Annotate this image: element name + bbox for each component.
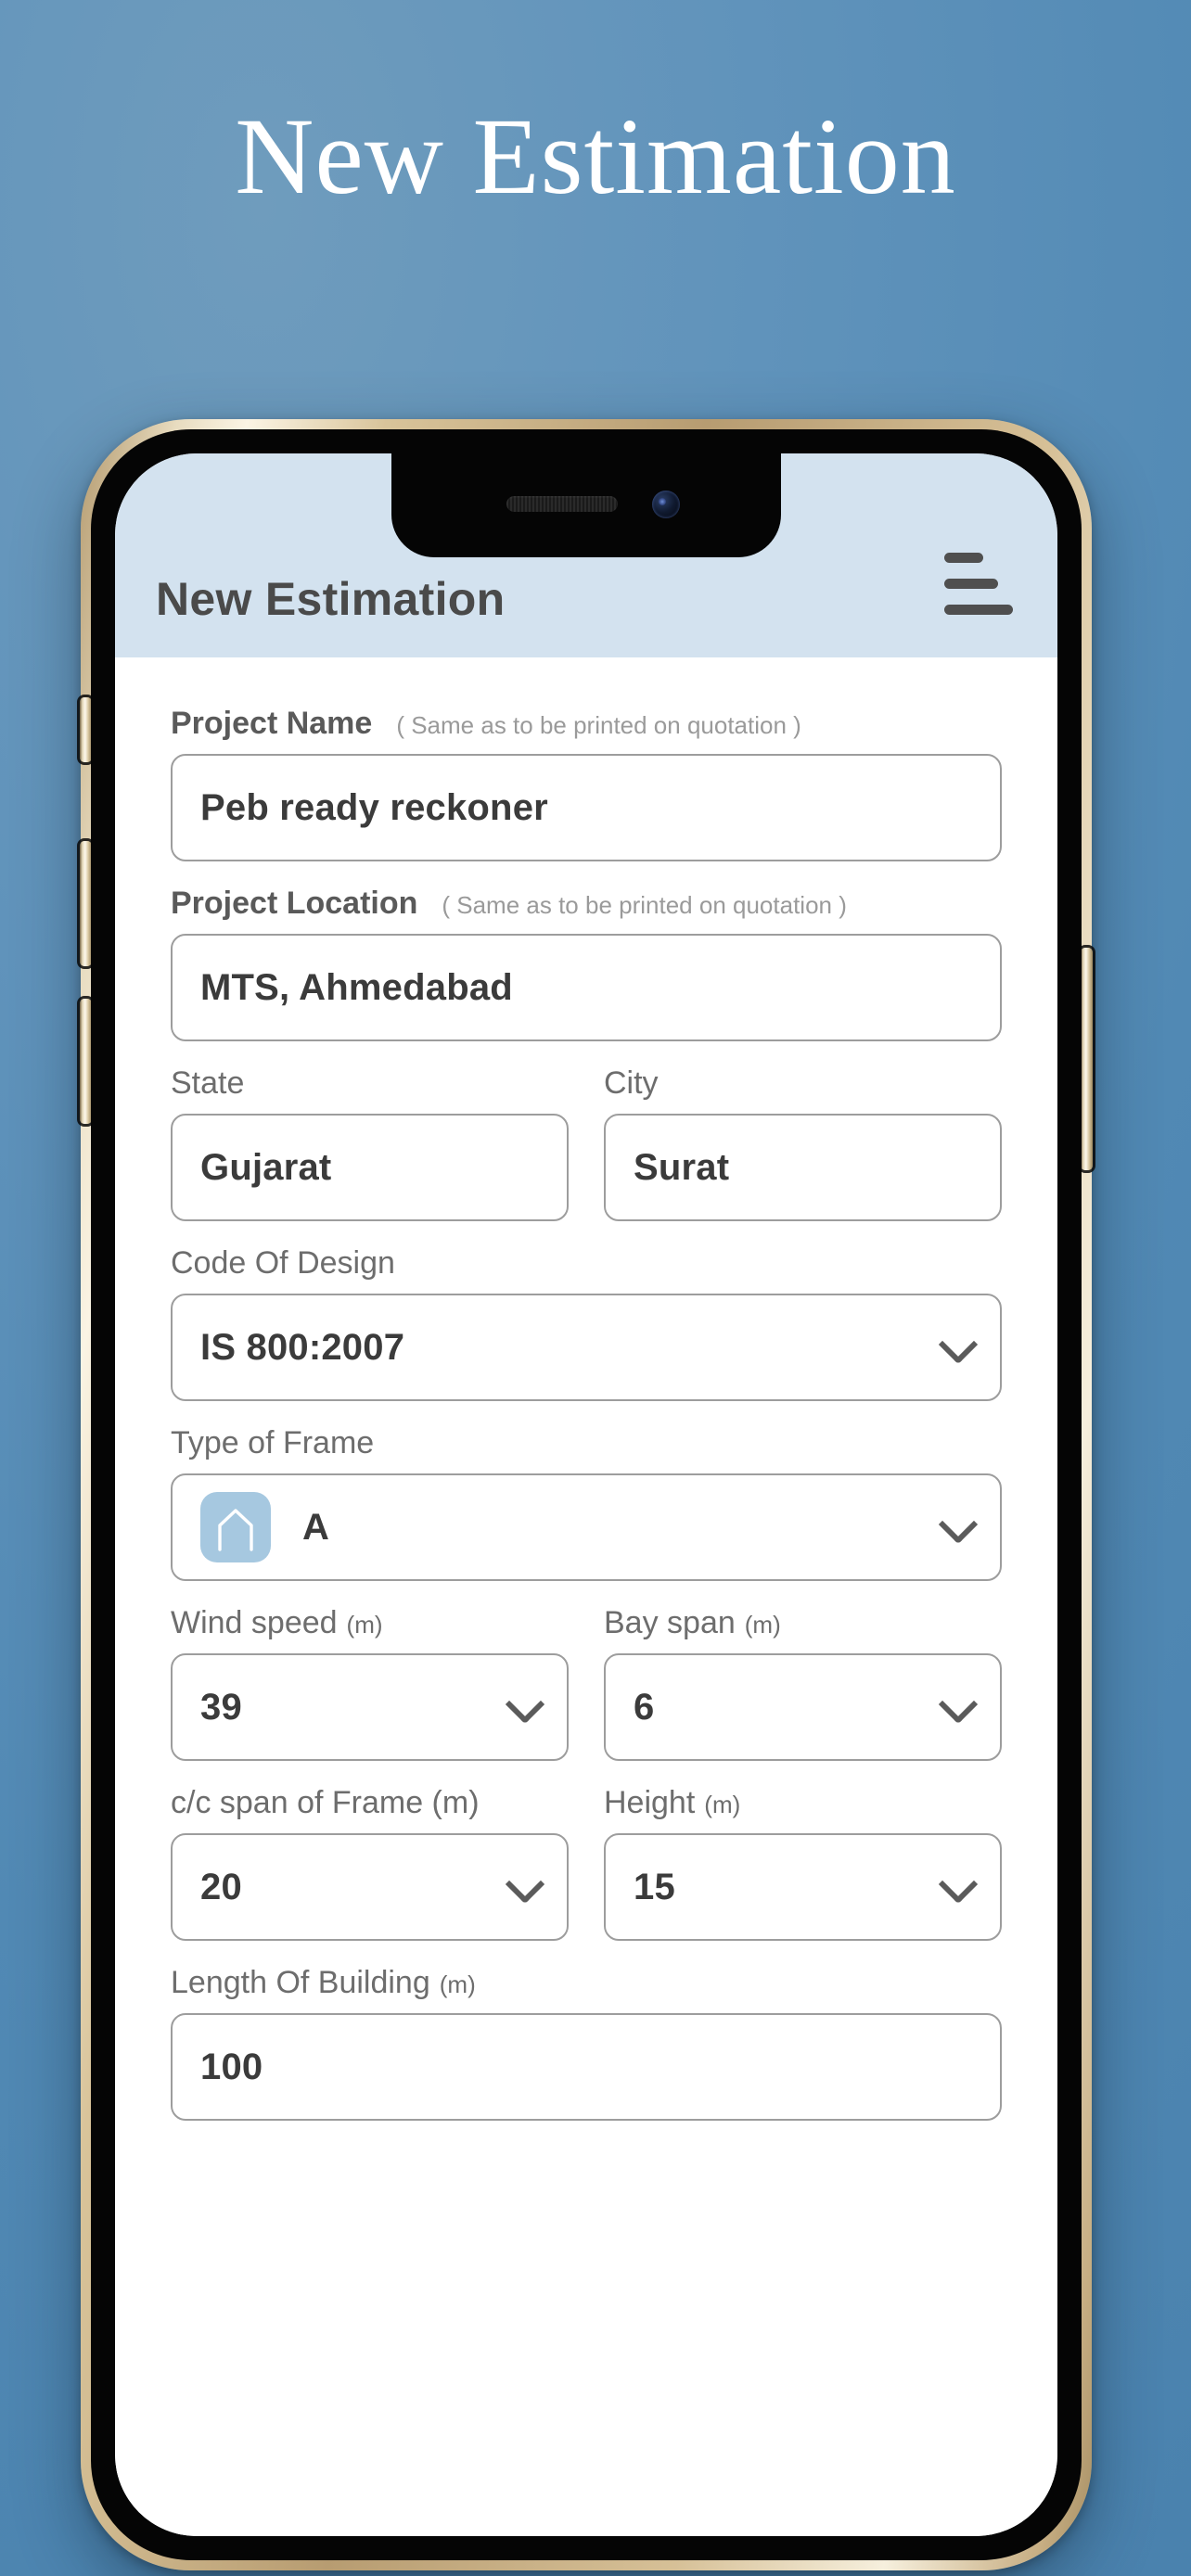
field-wind-speed: Wind speed (m) 39 xyxy=(171,1605,569,1761)
label-height: Height xyxy=(604,1785,696,1820)
field-bay-span: Bay span (m) 6 xyxy=(604,1605,1002,1761)
input-project-location[interactable]: MTS, Ahmedabad xyxy=(171,934,1002,1041)
value-type-of-frame: A xyxy=(302,1506,330,1548)
screenshot-root: New Estimation New Estimation Project Na… xyxy=(0,0,1191,2576)
phone-screen: New Estimation Project Name ( Same as to… xyxy=(115,453,1057,2536)
field-project-name: Project Name ( Same as to be printed on … xyxy=(171,706,1002,861)
hint-project-name: ( Same as to be printed on quotation ) xyxy=(396,711,801,739)
chevron-down-icon xyxy=(505,1684,545,1725)
power-button[interactable] xyxy=(1081,948,1093,1170)
page-title: New Estimation xyxy=(235,96,956,217)
unit-height: (m) xyxy=(704,1791,741,1818)
hint-project-location: ( Same as to be printed on quotation ) xyxy=(442,891,847,919)
value-height: 15 xyxy=(634,1866,675,1907)
chevron-down-icon xyxy=(938,1684,979,1725)
label-row-city: City xyxy=(604,1065,1002,1102)
label-city: City xyxy=(604,1065,659,1101)
input-project-name[interactable]: Peb ready reckoner xyxy=(171,754,1002,861)
value-city: Surat xyxy=(634,1146,730,1188)
estimation-form: Project Name ( Same as to be printed on … xyxy=(115,657,1057,2536)
value-project-location: MTS, Ahmedabad xyxy=(200,966,513,1008)
value-code-of-design: IS 800:2007 xyxy=(200,1326,405,1368)
select-cc-span-of-frame[interactable]: 20 xyxy=(171,1833,569,1941)
row-state-city: State Gujarat City Surat xyxy=(171,1065,1002,1245)
label-bay-span: Bay span xyxy=(604,1605,736,1640)
row-wind-bay: Wind speed (m) 39 Bay span (m) 6 xyxy=(171,1605,1002,1785)
select-code-of-design[interactable]: IS 800:2007 xyxy=(171,1294,1002,1401)
select-bay-span[interactable]: 6 xyxy=(604,1653,1002,1761)
label-wind-speed: Wind speed xyxy=(171,1605,338,1640)
chevron-down-icon xyxy=(938,1504,979,1545)
row-ccspan-height: c/c span of Frame (m) 20 Height (m) 15 xyxy=(171,1785,1002,1965)
notch xyxy=(391,453,781,557)
label-row-project-name: Project Name ( Same as to be printed on … xyxy=(171,706,1002,742)
label-project-location: Project Location xyxy=(171,886,418,921)
earpiece-speaker-icon xyxy=(506,496,618,512)
label-row-state: State xyxy=(171,1065,569,1102)
front-camera-icon xyxy=(652,491,680,518)
label-code-of-design: Code Of Design xyxy=(171,1245,395,1281)
phone-device-frame: New Estimation Project Name ( Same as to… xyxy=(80,419,1093,2570)
label-row-type-of-frame: Type of Frame xyxy=(171,1425,1002,1461)
gable-frame-icon xyxy=(200,1492,271,1562)
value-cc-span-of-frame: 20 xyxy=(200,1866,242,1907)
input-city[interactable]: Surat xyxy=(604,1114,1002,1221)
label-type-of-frame: Type of Frame xyxy=(171,1425,375,1460)
field-city: City Surat xyxy=(604,1065,1002,1221)
select-wind-speed[interactable]: 39 xyxy=(171,1653,569,1761)
label-state: State xyxy=(171,1065,245,1101)
chevron-down-icon xyxy=(938,1324,979,1365)
hamburger-bar-2 xyxy=(944,579,998,589)
field-project-location: Project Location ( Same as to be printed… xyxy=(171,886,1002,1041)
label-row-height: Height (m) xyxy=(604,1785,1002,1821)
phone-bezel: New Estimation Project Name ( Same as to… xyxy=(91,429,1082,2560)
unit-bay-span: (m) xyxy=(744,1611,781,1639)
select-type-of-frame[interactable]: A xyxy=(171,1473,1002,1581)
hamburger-bar-3 xyxy=(944,605,1013,615)
unit-wind-speed: (m) xyxy=(346,1611,383,1639)
value-bay-span: 6 xyxy=(634,1686,655,1728)
chevron-down-icon xyxy=(505,1864,545,1905)
field-state: State Gujarat xyxy=(171,1065,569,1221)
field-type-of-frame: Type of Frame A xyxy=(171,1425,1002,1581)
field-code-of-design: Code Of Design IS 800:2007 xyxy=(171,1245,1002,1401)
select-height[interactable]: 15 xyxy=(604,1833,1002,1941)
field-cc-span-of-frame: c/c span of Frame (m) 20 xyxy=(171,1785,569,1941)
input-state[interactable]: Gujarat xyxy=(171,1114,569,1221)
hamburger-bar-1 xyxy=(944,553,983,563)
label-cc-span-of-frame: c/c span of Frame (m) xyxy=(171,1785,480,1820)
value-length-of-building: 100 xyxy=(200,2046,263,2087)
value-wind-speed: 39 xyxy=(200,1686,242,1728)
label-row-cc-span-of-frame: c/c span of Frame (m) xyxy=(171,1785,569,1821)
unit-length-of-building: (m) xyxy=(439,1970,476,1998)
field-height: Height (m) 15 xyxy=(604,1785,1002,1941)
value-project-name: Peb ready reckoner xyxy=(200,786,548,828)
label-project-name: Project Name xyxy=(171,706,373,741)
label-row-wind-speed: Wind speed (m) xyxy=(171,1605,569,1641)
label-row-bay-span: Bay span (m) xyxy=(604,1605,1002,1641)
hamburger-icon[interactable] xyxy=(944,547,1017,620)
label-row-length-of-building: Length Of Building (m) xyxy=(171,1965,1002,2001)
label-length-of-building: Length Of Building xyxy=(171,1965,430,2000)
field-length-of-building: Length Of Building (m) 100 xyxy=(171,1965,1002,2121)
value-state: Gujarat xyxy=(200,1146,332,1188)
input-length-of-building[interactable]: 100 xyxy=(171,2013,1002,2121)
app-bar-title: New Estimation xyxy=(156,573,506,625)
label-row-code-of-design: Code Of Design xyxy=(171,1245,1002,1282)
chevron-down-icon xyxy=(938,1864,979,1905)
label-row-project-location: Project Location ( Same as to be printed… xyxy=(171,886,1002,922)
